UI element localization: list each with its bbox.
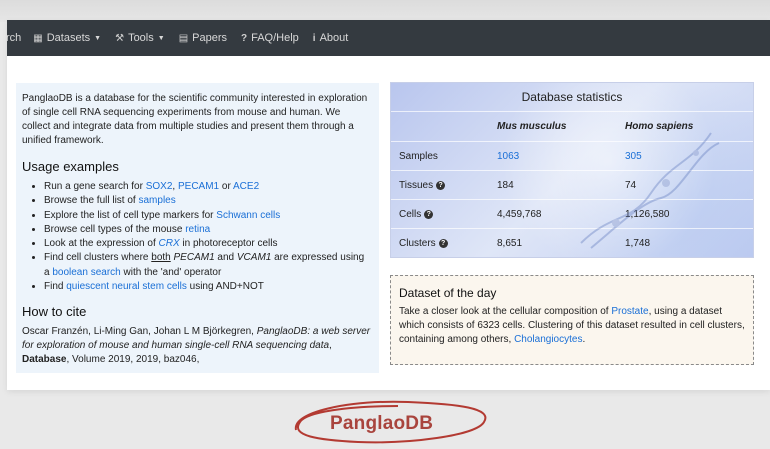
backdrop (0, 0, 770, 22)
link-retina[interactable]: retina (185, 224, 210, 235)
link-sox2[interactable]: SOX2 (146, 181, 173, 192)
list-item: Look at the expression of CRX in photore… (44, 237, 371, 251)
row-label: Samples (399, 150, 438, 162)
nav-tools[interactable]: ⚒ Tools ▼ (115, 32, 165, 44)
text: , Volume 2019, 2019, baz046, (66, 354, 200, 366)
list-item: Explore the list of cell type markers fo… (44, 209, 371, 223)
usage-list: Run a gene search for SOX2, PECAM1 or AC… (22, 180, 371, 294)
database-statistics-panel: Database statistics Mus musculus Homo sa… (390, 82, 754, 258)
info-icon: i (312, 32, 316, 44)
text: Browse cell types of the mouse (44, 223, 186, 235)
link-boolean-search[interactable]: boolean search (52, 267, 120, 278)
row-label: Cells (399, 208, 422, 220)
link-ace2[interactable]: ACE2 (233, 181, 259, 192)
link-samples[interactable]: samples (138, 195, 175, 206)
intro-panel: PanglaoDB is a database for the scientif… (16, 83, 379, 373)
text: Explore the list of cell type markers fo… (44, 209, 217, 221)
list-item: Find quiescent neural stem cells using A… (44, 280, 371, 294)
link-schwann-cells[interactable]: Schwann cells (216, 210, 280, 221)
text: Take a closer look at the cellular compo… (399, 306, 612, 317)
wrench-icon: ⚒ (115, 32, 125, 44)
text: Find cell clusters where (44, 252, 152, 264)
nav-datasets-label: Datasets (46, 32, 91, 44)
book-icon: ▤ (178, 32, 189, 44)
list-item: Browse cell types of the mouse retina (44, 223, 371, 237)
dna-helix-background (580, 132, 720, 249)
database-icon: ▦ (33, 32, 43, 44)
nav-tools-label: Tools (128, 32, 154, 44)
text: Find (44, 281, 67, 293)
link-cholangiocytes[interactable]: Cholangiocytes (514, 334, 582, 345)
text: , (329, 340, 332, 352)
citation: Oscar Franzén, Li-Ming Gan, Johan L M Bj… (22, 325, 371, 367)
nav-search[interactable]: rch (7, 32, 21, 44)
help-icon[interactable]: ? (438, 238, 448, 248)
text: VCAM1 (236, 252, 272, 264)
help-icon[interactable]: ? (424, 209, 434, 219)
nav-papers-label: Papers (192, 32, 227, 44)
link-quiescent-neural-stem-cells[interactable]: quiescent neural stem cells (66, 281, 187, 292)
nav-about[interactable]: i About (313, 32, 349, 44)
panglaodb-logo: PanglaoDB (330, 413, 434, 434)
link-crx[interactable]: CRX (159, 238, 180, 249)
question-icon: ? (241, 32, 248, 44)
list-item: Browse the full list of samples (44, 194, 371, 208)
row-label: Clusters (399, 237, 436, 249)
caret-down-icon: ▼ (94, 34, 102, 42)
nav-datasets[interactable]: ▦ Datasets ▼ (33, 32, 101, 44)
nav-faq-label: FAQ/Help (251, 32, 299, 44)
help-icon[interactable]: ? (436, 180, 446, 190)
text: both (151, 252, 171, 264)
nav-about-label: About (319, 32, 349, 44)
nav-search-label: rch (7, 32, 22, 44)
dotd-text: Take a closer look at the cellular compo… (399, 305, 745, 347)
text: PECAM1 (173, 252, 215, 264)
text: or (219, 181, 234, 192)
list-item: Run a gene search for SOX2, PECAM1 or AC… (44, 180, 371, 194)
nav-faq[interactable]: ? FAQ/Help (241, 32, 299, 44)
text: Database (22, 354, 67, 366)
cite-heading: How to cite (22, 304, 87, 320)
stats-title: Database statistics (521, 90, 623, 104)
dotd-heading: Dataset of the day (399, 286, 497, 300)
text: Look at the expression of (44, 238, 159, 250)
text: in photoreceptor cells (179, 238, 278, 250)
list-item: Find cell clusters where both PECAM1 and… (44, 251, 371, 280)
text: using AND+NOT (186, 281, 264, 293)
text: Browse the full list of (44, 195, 139, 207)
link-pecam1[interactable]: PECAM1 (178, 181, 219, 192)
row-label-cell: Cells? (391, 209, 490, 220)
text: and (214, 252, 237, 264)
text: Oscar Franzén, Li-Ming Gan, Johan L M Bj… (22, 326, 257, 338)
row-label-cell: Clusters? (391, 238, 490, 249)
row-label-cell: Tissues? (391, 180, 490, 191)
text: Run a gene search for (44, 181, 146, 192)
text: with the 'and' operator (120, 266, 222, 278)
caret-down-icon: ▼ (157, 34, 165, 42)
navbar: rch ▦ Datasets ▼ ⚒ Tools ▼ ▤ Papers ? FA… (7, 20, 770, 56)
intro-text: PanglaoDB is a database for the scientif… (22, 93, 368, 146)
row-label: Tissues (399, 179, 434, 191)
dataset-of-the-day-panel: Dataset of the day Take a closer look at… (390, 275, 754, 365)
text: . (582, 334, 586, 345)
nav-papers[interactable]: ▤ Papers (179, 32, 227, 44)
link-prostate[interactable]: Prostate (611, 306, 648, 317)
usage-heading: Usage examples (22, 159, 119, 174)
